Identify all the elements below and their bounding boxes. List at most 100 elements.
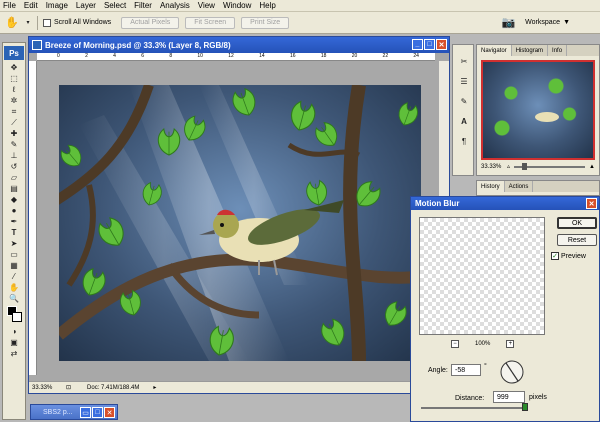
tab-navigator[interactable]: Navigator [477,45,512,56]
ps-doc-icon [32,40,42,50]
workspace-label: Workspace [525,19,561,26]
preview-checkbox[interactable]: ✓ [551,252,559,260]
angle-input[interactable]: -58 [451,364,481,376]
angle-dial[interactable] [499,359,525,385]
close-icon[interactable]: ✕ [586,198,597,209]
menu-analysis[interactable]: Analysis [160,1,190,10]
layers-icon[interactable]: ☰ [454,71,474,91]
eyedropper-icon[interactable]: ⁄ [4,271,24,282]
ruler-tick: 0 [57,53,60,59]
pen-tool-icon[interactable]: ✒ [4,216,24,227]
distance-input[interactable]: 999 [493,391,525,403]
reset-button[interactable]: Reset [557,234,597,246]
menu-select[interactable]: Select [104,1,126,10]
lasso-tool-icon[interactable]: ℓ [4,84,24,95]
history-brush-icon[interactable]: ↺ [4,161,24,172]
jump-to-imageready-icon[interactable]: ⇄ [4,348,24,359]
restore-icon[interactable]: ▭ [80,407,91,418]
clone-stamp-icon[interactable]: ⊥ [4,150,24,161]
quick-mask-icon[interactable]: ◑ [4,326,24,337]
navigator-zoom[interactable]: 33.33% [481,164,507,170]
path-selection-icon[interactable]: ➤ [4,238,24,249]
dialog-title: Motion Blur [415,199,460,208]
healing-brush-icon[interactable]: ✚ [4,128,24,139]
maximize-icon[interactable]: □ [92,407,103,418]
maximize-icon[interactable]: □ [424,39,435,50]
dodge-tool-icon[interactable]: ● [4,205,24,216]
print-size-button[interactable]: Print Size [241,16,290,29]
zoom-out-icon[interactable]: ▵ [507,163,510,170]
ruler-tick: 12 [228,53,234,59]
menu-view[interactable]: View [198,1,215,10]
marquee-tool-icon[interactable]: ⬚ [4,73,24,84]
gradient-tool-icon[interactable]: ▤ [4,183,24,194]
menu-help[interactable]: Help [259,1,275,10]
scissors-icon[interactable]: ✂ [454,51,474,71]
document-title-bar[interactable]: Breeze of Morning.psd @ 33.3% (Layer 8, … [29,37,449,53]
zoom-slider[interactable] [514,162,586,170]
shape-tool-icon[interactable]: ▭ [4,249,24,260]
distance-slider-thumb[interactable] [522,403,528,411]
magic-wand-tool-icon[interactable]: ✲ [4,95,24,106]
close-icon[interactable]: ✕ [104,407,115,418]
artwork-canvas[interactable] [59,85,421,361]
chevron-down-icon: ▼ [563,19,570,26]
crop-tool-icon[interactable]: ⌗ [4,106,24,117]
move-tool-icon[interactable]: ✥ [4,62,24,73]
hand-tool-icon[interactable]: ✋ [4,15,20,31]
tab-histogram[interactable]: Histogram [512,45,549,56]
scroll-all-checkbox[interactable] [43,18,51,27]
zoom-level[interactable]: 33.33% [32,385,66,391]
divider [37,15,38,30]
menu-file[interactable]: File [3,1,16,10]
document-window: Breeze of Morning.psd @ 33.3% (Layer 8, … [28,36,450,394]
menu-filter[interactable]: Filter [134,1,152,10]
tab-history[interactable]: History [477,181,505,192]
hand-tool-icon[interactable]: ✋ [4,282,24,293]
menu-image[interactable]: Image [46,1,68,10]
screen-mode-icon[interactable]: ▣ [4,337,24,348]
zoom-tool-icon[interactable]: 🔍 [4,293,24,304]
type-tool-icon[interactable]: T [4,227,24,238]
paragraph-icon[interactable]: ¶ [454,131,474,151]
actual-pixels-button[interactable]: Actual Pixels [121,16,180,29]
ruler-tick: 2 [85,53,88,59]
eraser-tool-icon[interactable]: ▱ [4,172,24,183]
ruler-tick: 24 [413,53,419,59]
zoom-slider-thumb[interactable] [522,162,528,170]
background-color[interactable] [12,312,22,322]
minimize-icon[interactable]: _ [412,39,423,50]
distance-slider[interactable] [421,403,528,411]
close-icon[interactable]: ✕ [436,39,447,50]
brush-tool-icon[interactable]: ✎ [4,139,24,150]
dialog-title-bar[interactable]: Motion Blur ✕ [411,197,599,210]
slice-tool-icon[interactable]: ⟋ [4,117,24,128]
tab-info[interactable]: Info [548,45,568,56]
color-swatches[interactable] [4,304,24,326]
character-icon[interactable]: A [454,111,474,131]
blur-tool-icon[interactable]: ◆ [4,194,24,205]
minimized-title: SBS2 p... [43,408,73,416]
status-icon[interactable]: ⊡ [66,384,71,391]
ok-button[interactable]: OK [557,217,597,229]
ruler-tick: 22 [382,53,389,59]
bird-artwork [59,85,421,361]
horizontal-ruler: 0 2 4 6 8 10 12 14 16 18 20 22 24 [37,53,435,61]
zoom-in-button[interactable]: + [506,340,515,348]
menu-window[interactable]: Window [223,1,251,10]
status-arrow-icon[interactable]: ▸ [153,384,156,391]
zoom-in-icon[interactable]: ▲ [589,164,595,170]
tab-actions[interactable]: Actions [505,181,534,192]
menu-layer[interactable]: Layer [76,1,96,10]
notes-tool-icon[interactable]: ▦ [4,260,24,271]
workspace-menu[interactable]: 📷 Workspace ▼ [501,16,570,29]
chevron-down-icon[interactable]: ▾ [24,15,32,31]
minimized-document[interactable]: SBS2 p... ▭ □ ✕ [30,404,118,420]
filter-preview[interactable] [419,217,545,335]
zoom-out-button[interactable]: − [451,340,459,348]
menu-edit[interactable]: Edit [24,1,38,10]
ruler-tick: 14 [259,53,265,59]
fit-screen-button[interactable]: Fit Screen [185,16,236,29]
brush-preset-icon[interactable]: ✎ [454,91,474,111]
navigator-thumbnail[interactable] [481,60,595,160]
